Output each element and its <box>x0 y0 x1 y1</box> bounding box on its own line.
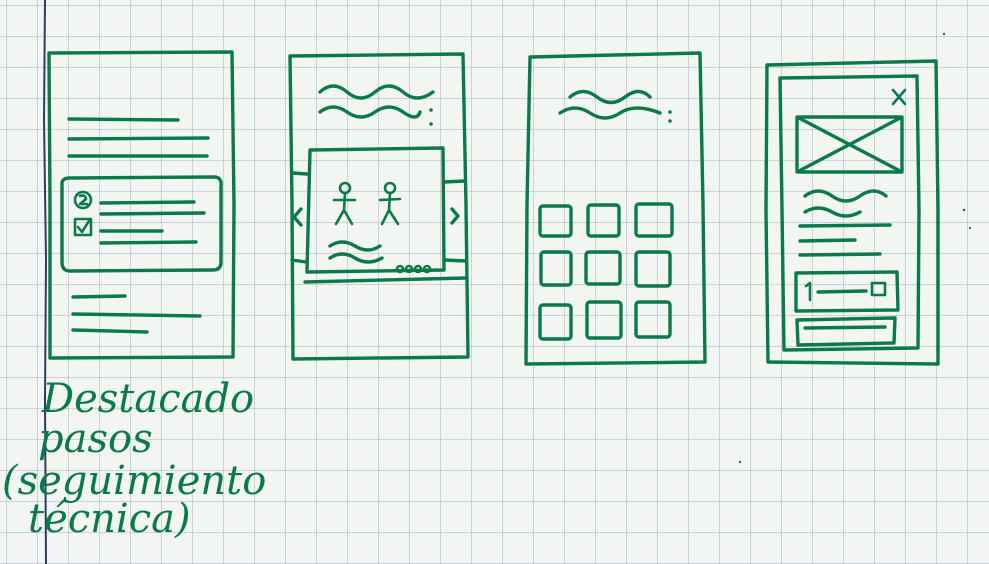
text-line <box>67 136 210 141</box>
text-line <box>71 312 202 318</box>
frame-caption: Destacado pasos (seguimiento técnica) <box>2 376 266 542</box>
detail-modal-screen <box>764 59 940 366</box>
chevron-right-icon[interactable] <box>450 207 460 225</box>
title-squiggle <box>568 89 652 105</box>
check-mark-icon <box>76 219 91 234</box>
action-button[interactable] <box>795 316 897 347</box>
text-line <box>67 117 180 122</box>
grid-tile[interactable] <box>634 202 674 238</box>
title-squiggle <box>803 206 862 218</box>
next-card-edge <box>442 179 467 184</box>
title-squiggle <box>318 84 435 100</box>
text-line <box>99 240 198 245</box>
chevron-left-icon[interactable] <box>292 207 303 227</box>
text-line <box>798 238 857 243</box>
grid-tile[interactable] <box>585 300 623 340</box>
grid-tile[interactable] <box>539 250 573 287</box>
checkbox-icon <box>870 281 887 297</box>
grid-tile[interactable] <box>634 250 672 288</box>
text-line <box>71 294 127 299</box>
frame-outline <box>288 52 470 361</box>
more-dots-icon <box>429 122 433 126</box>
steps-highlight-screen <box>47 50 236 360</box>
text-line <box>798 252 882 257</box>
grid-tile[interactable] <box>538 303 573 341</box>
pen-speck <box>738 460 742 464</box>
caption-squiggle <box>328 252 384 264</box>
stick-figure-icon <box>378 181 402 226</box>
more-dots-icon <box>429 108 433 112</box>
grid-tile[interactable] <box>634 300 672 339</box>
caption-squiggle <box>328 240 382 252</box>
step-number-icon <box>804 281 812 302</box>
grid-tile[interactable] <box>584 250 622 286</box>
image-placeholder-icon <box>795 115 904 174</box>
next-card-edge <box>442 258 468 263</box>
grid-tile[interactable] <box>586 203 621 238</box>
grid-tiles <box>538 202 674 341</box>
grid-tile[interactable] <box>538 204 573 238</box>
grid-screen <box>524 51 707 366</box>
text-line <box>798 223 892 228</box>
wireframe-sketch: Destacado pasos (seguimiento técnica) <box>2 0 972 564</box>
caption-line-2: pasos <box>38 416 153 462</box>
button-label-line <box>803 325 887 330</box>
pen-speck <box>942 32 946 36</box>
text-line <box>99 200 196 205</box>
more-dots-icon <box>668 119 672 123</box>
text-line <box>71 328 149 334</box>
prev-card-edge <box>290 171 309 176</box>
stick-figure-icon <box>332 181 357 226</box>
frame-outline <box>524 51 707 366</box>
prev-card-edge <box>290 258 308 264</box>
title-squiggle <box>558 106 662 120</box>
step-number-glyph <box>78 194 89 206</box>
close-icon[interactable] <box>891 88 907 106</box>
carousel-track-line <box>303 276 468 284</box>
text-line <box>816 289 868 294</box>
title-squiggle <box>803 189 888 203</box>
more-dots-icon <box>668 110 672 114</box>
text-line <box>99 211 206 216</box>
title-squiggle <box>318 105 422 119</box>
caption-line-4: técnica) <box>28 496 191 542</box>
pen-speck <box>968 226 972 230</box>
pen-speck <box>962 208 966 212</box>
carousel-card <box>305 146 446 274</box>
carousel-screen <box>288 52 470 361</box>
